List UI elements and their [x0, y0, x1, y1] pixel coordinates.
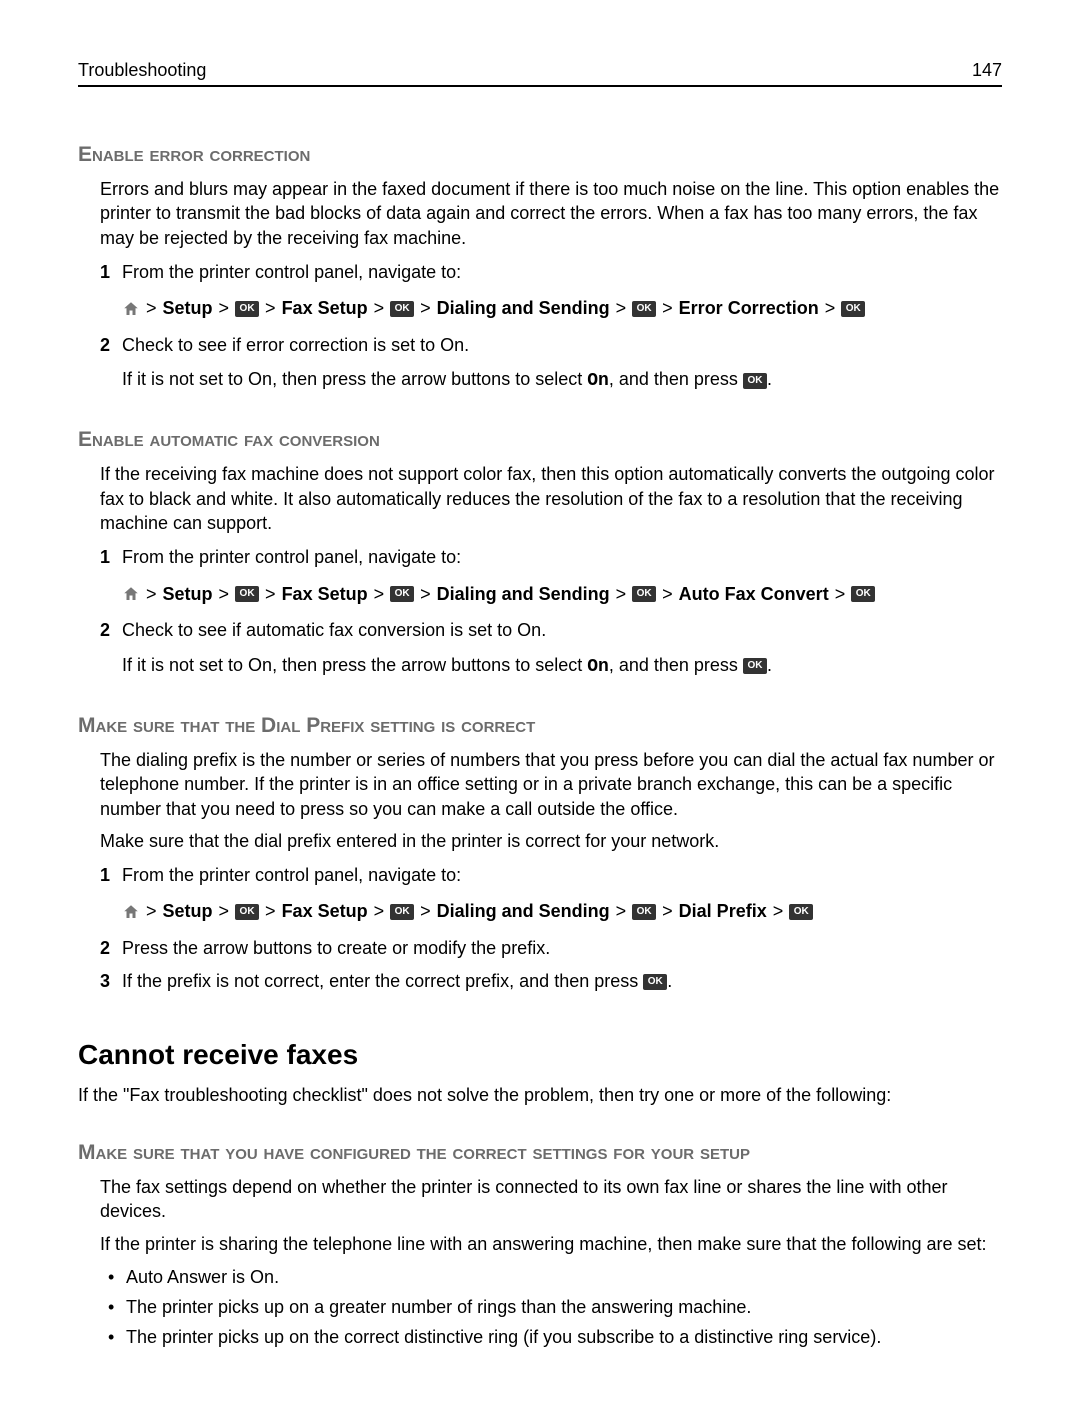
heading-cannot-receive-faxes: Cannot receive faxes	[78, 1039, 1002, 1071]
step-text: Check to see if automatic fax conversion…	[122, 618, 1002, 642]
list-number: 2	[100, 936, 122, 960]
list-item: Auto Answer is On.	[126, 1264, 1002, 1290]
ok-icon: OK	[632, 301, 656, 317]
paragraph: If the printer is sharing the telephone …	[100, 1232, 1002, 1256]
list-number: 1	[100, 545, 122, 569]
step-text: If the prefix is not correct, enter the …	[122, 969, 1002, 993]
step-text: From the printer control panel, navigate…	[122, 260, 1002, 284]
separator: >	[265, 294, 276, 323]
ok-icon: OK	[390, 586, 414, 602]
separator: >	[374, 580, 385, 609]
ok-icon: OK	[390, 904, 414, 920]
path-target: Error Correction	[679, 294, 819, 323]
ok-icon: OK	[632, 586, 656, 602]
navigation-path: > Setup > OK > Fax Setup > OK > Dialing …	[122, 580, 1002, 609]
separator: >	[662, 580, 673, 609]
ok-icon: OK	[643, 974, 667, 990]
path-setup: Setup	[163, 897, 213, 926]
sub-instruction: If it is not set to On, then press the a…	[122, 653, 1002, 680]
separator: >	[146, 897, 157, 926]
step-text: From the printer control panel, navigate…	[122, 545, 1002, 569]
navigation-path: > Setup > OK > Fax Setup > OK > Dialing …	[122, 897, 1002, 926]
path-target: Dial Prefix	[679, 897, 767, 926]
section-title-dial-prefix: Make sure that the Dial Prefix setting i…	[78, 714, 1002, 738]
path-setup: Setup	[163, 580, 213, 609]
separator: >	[616, 580, 627, 609]
ok-icon: OK	[841, 301, 865, 317]
ok-icon: OK	[743, 658, 767, 674]
path-fax-setup: Fax Setup	[282, 580, 368, 609]
separator: >	[420, 294, 431, 323]
separator: >	[265, 897, 276, 926]
ok-icon: OK	[390, 301, 414, 317]
ok-icon: OK	[235, 301, 259, 317]
home-icon	[122, 300, 140, 318]
separator: >	[146, 580, 157, 609]
section-title-error-correction: Enable error correction	[78, 143, 1002, 167]
path-fax-setup: Fax Setup	[282, 294, 368, 323]
list-number: 1	[100, 260, 122, 284]
ok-icon: OK	[235, 586, 259, 602]
section-title-configure-settings: Make sure that you have configured the c…	[78, 1141, 1002, 1165]
step-text: From the printer control panel, navigate…	[122, 863, 1002, 887]
list-number: 2	[100, 333, 122, 357]
paragraph: If the "Fax troubleshooting checklist" d…	[78, 1083, 1002, 1107]
path-dialing-sending: Dialing and Sending	[437, 294, 610, 323]
header-section: Troubleshooting	[78, 60, 206, 81]
page-number: 147	[972, 60, 1002, 81]
list-item: The printer picks up on the correct dist…	[126, 1324, 1002, 1350]
separator: >	[420, 897, 431, 926]
navigation-path: > Setup > OK > Fax Setup > OK > Dialing …	[122, 294, 1002, 323]
separator: >	[219, 580, 230, 609]
path-dialing-sending: Dialing and Sending	[437, 897, 610, 926]
sub-instruction: If it is not set to On, then press the a…	[122, 367, 1002, 394]
section-title-auto-fax-conversion: Enable automatic fax conversion	[78, 428, 1002, 452]
path-setup: Setup	[163, 294, 213, 323]
paragraph: Errors and blurs may appear in the faxed…	[100, 177, 1002, 250]
home-icon	[122, 585, 140, 603]
step-text: Press the arrow buttons to create or mod…	[122, 936, 1002, 960]
separator: >	[374, 294, 385, 323]
list-number: 3	[100, 969, 122, 993]
path-dialing-sending: Dialing and Sending	[437, 580, 610, 609]
ok-icon: OK	[632, 904, 656, 920]
paragraph: The dialing prefix is the number or seri…	[100, 748, 1002, 821]
list-number: 1	[100, 863, 122, 887]
separator: >	[835, 580, 846, 609]
list-number: 2	[100, 618, 122, 642]
list-item: The printer picks up on a greater number…	[126, 1294, 1002, 1320]
ok-icon: OK	[851, 586, 875, 602]
separator: >	[420, 580, 431, 609]
separator: >	[219, 294, 230, 323]
paragraph: The fax settings depend on whether the p…	[100, 1175, 1002, 1224]
separator: >	[265, 580, 276, 609]
step-text: Check to see if error correction is set …	[122, 333, 1002, 357]
separator: >	[219, 897, 230, 926]
home-icon	[122, 903, 140, 921]
ok-icon: OK	[235, 904, 259, 920]
separator: >	[662, 294, 673, 323]
separator: >	[616, 897, 627, 926]
paragraph: Make sure that the dial prefix entered i…	[100, 829, 1002, 853]
ok-icon: OK	[789, 904, 813, 920]
separator: >	[374, 897, 385, 926]
ok-icon: OK	[743, 373, 767, 389]
separator: >	[662, 897, 673, 926]
paragraph: If the receiving fax machine does not su…	[100, 462, 1002, 535]
path-target: Auto Fax Convert	[679, 580, 829, 609]
path-fax-setup: Fax Setup	[282, 897, 368, 926]
separator: >	[773, 897, 784, 926]
separator: >	[825, 294, 836, 323]
separator: >	[146, 294, 157, 323]
separator: >	[616, 294, 627, 323]
